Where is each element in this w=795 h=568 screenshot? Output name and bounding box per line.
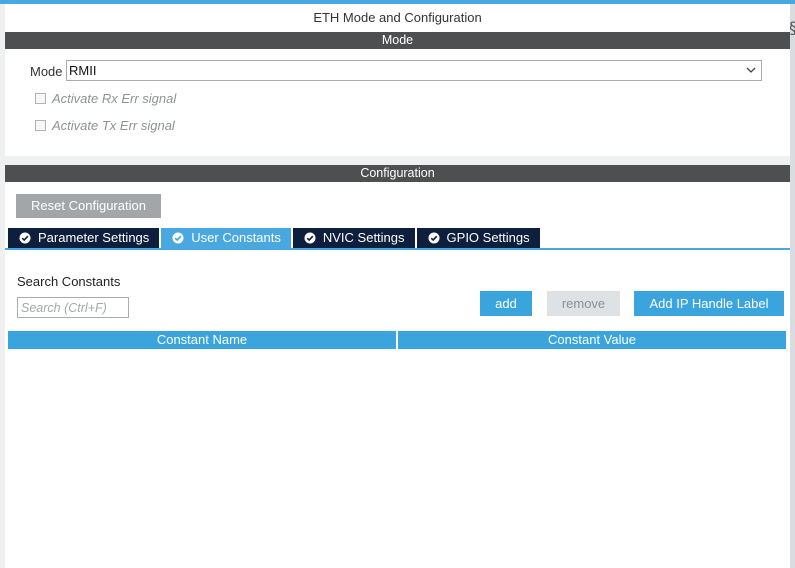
mode-dropdown-value: RMII [69, 63, 97, 78]
tab-nvic-settings[interactable]: NVIC Settings [292, 228, 415, 248]
column-header-constant-name[interactable]: Constant Name [8, 331, 396, 349]
rx-err-label: Activate Rx Err signal [52, 91, 177, 106]
column-header-constant-value[interactable]: Constant Value [398, 331, 786, 349]
check-circle-icon [428, 232, 440, 244]
tab-parameter-settings[interactable]: Parameter Settings [8, 228, 160, 248]
mode-dropdown[interactable]: RMII [66, 60, 762, 81]
tab-label: Parameter Settings [38, 230, 150, 245]
reset-configuration-button[interactable]: Reset Configuration [16, 194, 161, 218]
mode-panel: Mode RMII Activate Rx Err signal Activat… [5, 49, 790, 156]
search-constants-label: Search Constants [17, 274, 121, 289]
constants-table-header: Constant Name Constant Value [8, 331, 786, 349]
tx-err-label: Activate Tx Err signal [52, 118, 175, 133]
tab-label: User Constants [191, 230, 281, 245]
tab-user-constants[interactable]: User Constants [161, 228, 291, 248]
tab-underline [5, 248, 790, 250]
mode-section-header: Mode [5, 32, 790, 49]
mode-label: Mode [30, 64, 63, 79]
rx-err-checkbox[interactable] [35, 93, 46, 104]
config-tabs: Parameter Settings User Constants NVIC S… [8, 228, 542, 248]
remove-button[interactable]: remove [547, 291, 620, 316]
tab-label: NVIC Settings [322, 230, 405, 245]
tab-label: GPIO Settings [446, 230, 530, 245]
add-ip-handle-label-button[interactable]: Add IP Handle Label [634, 291, 784, 316]
tx-err-checkbox[interactable] [35, 120, 46, 131]
search-constants-input[interactable] [17, 297, 129, 318]
check-circle-icon [304, 232, 316, 244]
check-circle-icon [19, 232, 31, 244]
right-edge-panel: § [789, 4, 795, 568]
rx-err-checkbox-row[interactable]: Activate Rx Err signal [35, 91, 176, 106]
tx-err-checkbox-row[interactable]: Activate Tx Err signal [35, 118, 175, 133]
window-title: ETH Mode and Configuration [5, 4, 790, 32]
configuration-section-header: Configuration [5, 165, 790, 182]
tab-gpio-settings[interactable]: GPIO Settings [416, 228, 540, 248]
check-circle-icon [172, 232, 184, 244]
chevron-down-icon [746, 67, 756, 73]
add-button[interactable]: add [480, 291, 532, 316]
configuration-panel: Reset Configuration Parameter Settings U… [5, 182, 790, 568]
